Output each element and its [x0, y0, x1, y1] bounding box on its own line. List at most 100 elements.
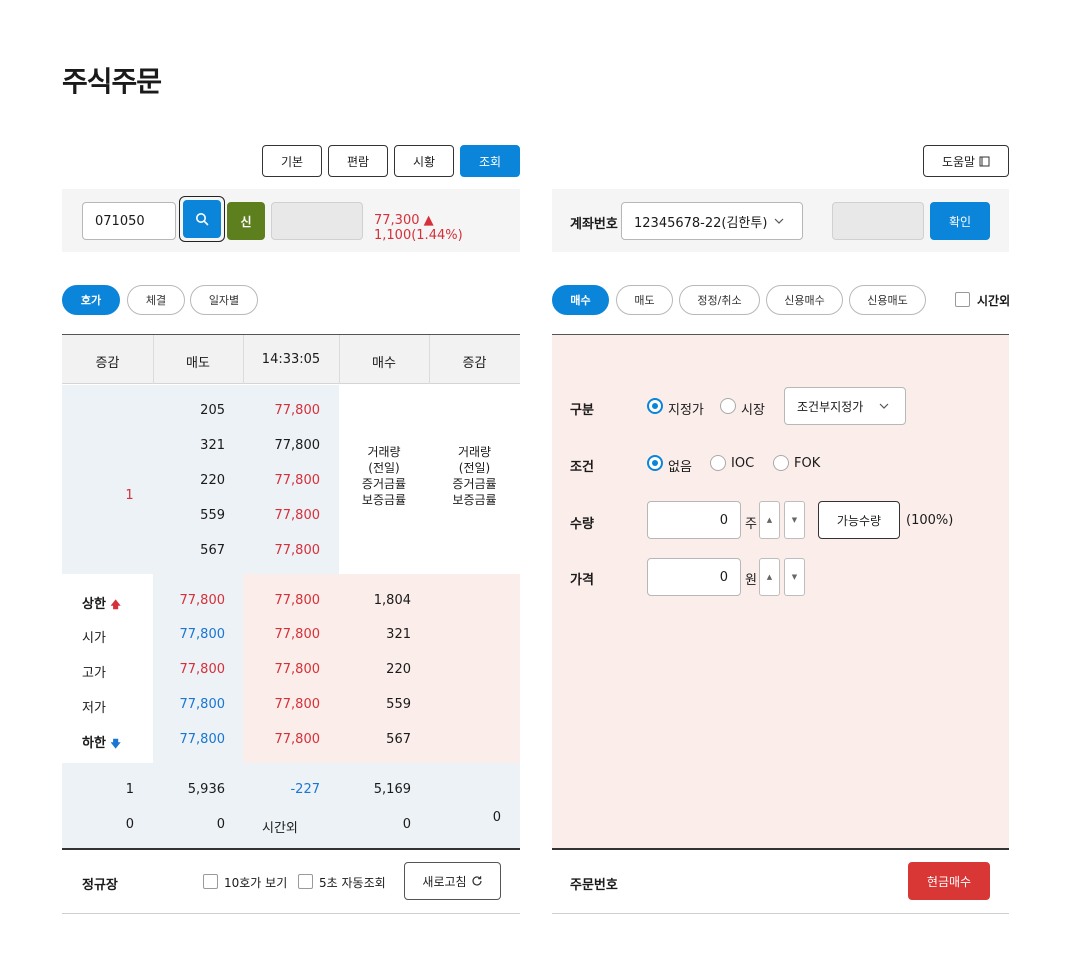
bid-volume: 321: [386, 627, 411, 642]
confirm-button[interactable]: 확인: [930, 202, 990, 240]
price-down-button[interactable]: ▼: [784, 558, 805, 596]
summary-sell: 77,800: [179, 627, 226, 642]
caret-up-icon: ▲: [766, 573, 773, 581]
account-select[interactable]: 12345678-22(김한투): [621, 202, 803, 240]
tab-buy[interactable]: 매수: [552, 285, 609, 315]
tab-credit-sell[interactable]: 신용매도: [849, 285, 926, 315]
upper-limit-label: 상한: [82, 597, 106, 612]
header-bid-change: 증감: [462, 356, 487, 371]
refresh-label: 새로고침: [422, 874, 467, 889]
bid-price[interactable]: 77,800: [243, 627, 321, 642]
view-query-button[interactable]: 조회: [460, 145, 520, 177]
order-condition-value: 조건부지정가: [797, 399, 864, 414]
stock-code-input[interactable]: 071050: [82, 202, 176, 240]
password-field[interactable]: [832, 202, 924, 240]
tab-credit-buy[interactable]: 신용매수: [766, 285, 843, 315]
caret-down-icon: ▼: [791, 573, 798, 581]
search-button[interactable]: [183, 200, 221, 238]
bid-info-line: 거래량: [367, 445, 401, 459]
ask-price[interactable]: 77,800: [243, 543, 321, 558]
after-hours-checkbox[interactable]: [955, 292, 970, 307]
none-radio[interactable]: [647, 455, 663, 471]
summary-label: 저가: [82, 701, 106, 716]
market-label: 시장: [741, 403, 765, 418]
ask-change-value: 1: [125, 488, 134, 503]
fok-radio[interactable]: [773, 455, 789, 471]
bid-change-total: 0: [492, 810, 501, 825]
help-button[interactable]: 도움말: [923, 145, 1009, 177]
bid-volume: 220: [386, 662, 411, 677]
tab-modify-cancel[interactable]: 정정/취소: [679, 285, 760, 315]
footer-bottom-border: [62, 913, 520, 914]
bid-price[interactable]: 77,800: [243, 697, 321, 712]
change-info-line: 보증금률: [452, 493, 497, 507]
view-basic-button[interactable]: 기본: [262, 145, 322, 177]
bid-volume: 559: [386, 697, 411, 712]
market-radio[interactable]: [720, 398, 736, 414]
available-qty-button[interactable]: 가능수량: [818, 501, 900, 539]
summary-label: 시가: [82, 631, 106, 646]
ask-price[interactable]: 77,800: [243, 473, 321, 488]
show-10-quotes-label: 10호가 보기: [224, 876, 288, 890]
limit-radio[interactable]: [647, 398, 663, 414]
ask-volume: 205: [200, 403, 225, 418]
ioc-label: IOC: [731, 456, 755, 471]
total-diff: -227: [290, 782, 320, 797]
right-footer-bottom-border: [552, 913, 1009, 914]
afterhours-sell: 0: [216, 817, 225, 832]
auto-refresh-checkbox[interactable]: [298, 874, 313, 889]
order-number-label: 주문번호: [570, 878, 618, 893]
market-session-label: 정규장: [82, 878, 118, 893]
order-condition-select[interactable]: 조건부지정가: [784, 387, 906, 425]
price-unit: 원: [745, 573, 757, 588]
price-up-button[interactable]: ▲: [759, 558, 780, 596]
condition-label: 조건: [570, 460, 594, 475]
tab-trade[interactable]: 체결: [127, 285, 185, 315]
after-hours-label: 시간외: [977, 294, 1011, 308]
summary-sell: 77,800: [179, 732, 226, 747]
help-label: 도움말: [941, 154, 976, 169]
bid-info-line: 보증금률: [361, 493, 407, 507]
credit-badge-button[interactable]: 신: [227, 202, 265, 240]
change-info-block: 거래량 (전일) 증거금률 보증금률: [429, 444, 520, 508]
show-10-quotes-checkbox[interactable]: [203, 874, 218, 889]
ask-volume: 220: [200, 473, 225, 488]
view-handbook-button[interactable]: 편람: [328, 145, 388, 177]
account-label: 계좌번호: [570, 217, 618, 232]
bid-price[interactable]: 77,800: [243, 662, 321, 677]
change-info-line: 증거금률: [452, 477, 497, 491]
lower-limit-label: 하한: [82, 736, 106, 751]
header-ask-change: 증감: [95, 356, 120, 371]
bid-price[interactable]: 77,800: [243, 593, 321, 608]
view-market-button[interactable]: 시황: [394, 145, 454, 177]
afterhours-change: 0: [125, 817, 134, 832]
summary-label: 고가: [82, 666, 106, 681]
tab-daily[interactable]: 일자별: [190, 285, 258, 315]
bid-price[interactable]: 77,800: [243, 732, 321, 747]
price-input[interactable]: 0: [647, 558, 741, 596]
header-time: 14:33:05: [261, 352, 321, 367]
quantity-unit: 주: [745, 517, 757, 532]
afterhours-label: 시간외: [262, 821, 298, 836]
right-footer-top-border: [552, 848, 1009, 850]
cash-buy-button[interactable]: 현금매수: [908, 862, 990, 900]
summary-sell: 77,800: [179, 593, 226, 608]
ask-price[interactable]: 77,800: [243, 403, 321, 418]
quantity-down-button[interactable]: ▼: [784, 501, 805, 539]
chevron-down-icon: [879, 403, 889, 409]
afterhours-buy: 0: [402, 817, 411, 832]
quantity-up-button[interactable]: ▲: [759, 501, 780, 539]
ioc-radio[interactable]: [710, 455, 726, 471]
quantity-input[interactable]: 0: [647, 501, 741, 539]
popup-icon: [979, 156, 990, 166]
tab-sell[interactable]: 매도: [616, 285, 673, 315]
ask-volume: 559: [200, 508, 225, 523]
tab-quote[interactable]: 호가: [62, 285, 120, 315]
refresh-button[interactable]: 새로고침: [404, 862, 501, 900]
account-value: 12345678-22(김한투): [634, 215, 768, 231]
bid-info-line: (전일): [368, 461, 400, 475]
total-sell: 5,936: [187, 782, 225, 797]
total-change: 1: [125, 782, 134, 797]
ask-price[interactable]: 77,800: [243, 438, 321, 453]
ask-price[interactable]: 77,800: [243, 508, 321, 523]
